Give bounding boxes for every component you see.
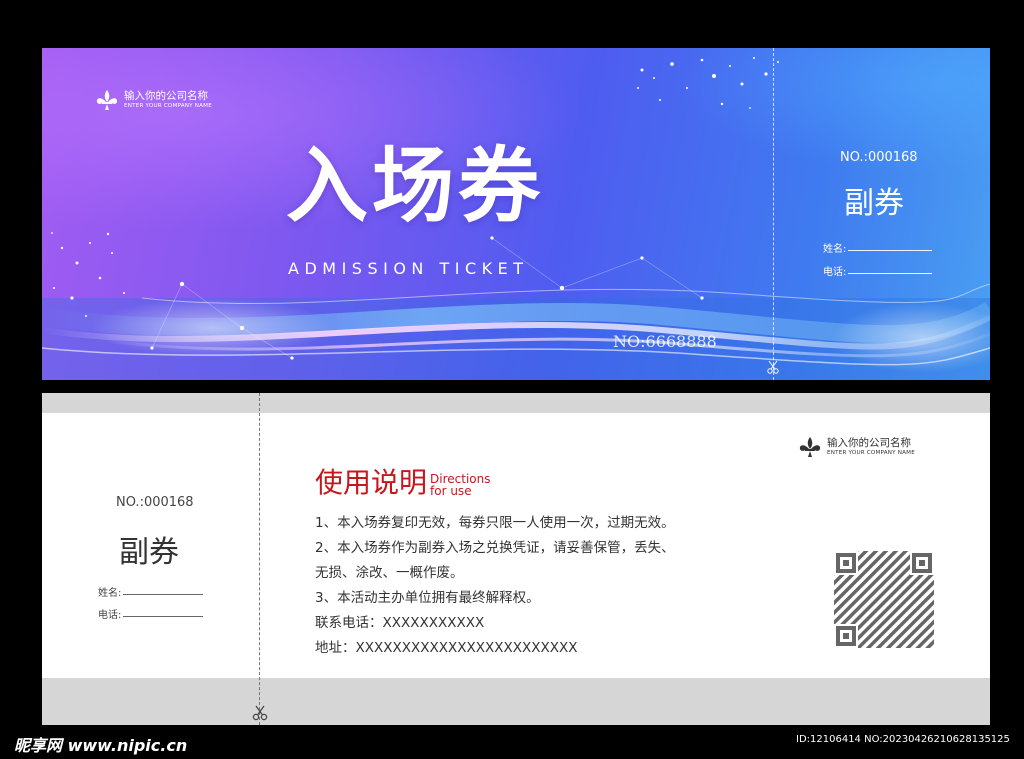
company-name-cn: 输入你的公司名称 [827, 437, 911, 449]
stub-label: 副券 [119, 535, 179, 570]
company-name-cn: 输入你的公司名称 [124, 90, 208, 102]
heading-en-line2: for use [430, 484, 472, 498]
contact-phone: 联系电话：XXXXXXXXXXX [315, 615, 485, 631]
ticket-title: 入场券 [286, 138, 545, 234]
company-name-en: ENTER YOUR COMPANY NAME [827, 450, 915, 456]
stub-name-field[interactable]: 姓名: [823, 240, 933, 255]
ticket-stub-front: NO.:000168 副券 姓名: 电话: [780, 48, 990, 380]
instruction-line: 2、本入场券作为副券入场之兑换凭证，请妥善保管，丢失、 [315, 540, 675, 556]
ticket-stub-back: NO.:000168 副券 姓名: 电话: [42, 393, 259, 725]
stub-phone-underline [848, 263, 933, 274]
qr-code-icon [834, 551, 934, 648]
ticket-subtitle: ADMISSION TICKET [288, 259, 529, 278]
fleur-de-lis-icon [799, 437, 821, 457]
perforation-line [259, 393, 260, 725]
instructions-heading: 使用说明 Directions for use [315, 465, 490, 501]
instruction-line: 无损、涂改、一概作废。 [315, 565, 464, 581]
fleur-de-lis-icon [96, 90, 118, 110]
company-logo: 输入你的公司名称 ENTER YOUR COMPANY NAME [797, 435, 915, 459]
instructions-list: 1、本入场券复印无效，每券只限一人使用一次，过期无效。 2、本入场券作为副券入场… [315, 511, 675, 661]
stub-phone-field[interactable]: 电话: [98, 606, 204, 621]
stub-name-underline [123, 584, 204, 595]
watermark-id: ID:12106414 NO:20230426210628135125 [796, 734, 1010, 745]
instruction-line: 3、本活动主办单位拥有最终解释权。 [315, 590, 540, 606]
perforation-line [773, 48, 774, 380]
instruction-line: 1、本入场券复印无效，每券只限一人使用一次，过期无效。 [315, 515, 675, 531]
stub-name-label: 姓名: [98, 588, 122, 599]
stub-name-underline [848, 240, 933, 251]
scissors-icon [767, 360, 779, 374]
stub-phone-label: 电话: [98, 610, 122, 621]
ticket-serial-number: NO:6668888 [613, 332, 717, 351]
company-logo: 输入你的公司名称 ENTER YOUR COMPANY NAME [94, 88, 212, 112]
instructions-heading-cn: 使用说明 [315, 466, 428, 499]
contact-address: 地址：XXXXXXXXXXXXXXXXXXXXXXXX [315, 640, 578, 656]
stub-label: 副券 [844, 186, 904, 221]
stub-phone-label: 电话: [823, 267, 847, 278]
company-name-en: ENTER YOUR COMPANY NAME [124, 103, 212, 109]
ticket-back: NO.:000168 副券 姓名: 电话: 输入你的公司名称 ENTER YOU… [42, 393, 990, 725]
stub-phone-underline [123, 606, 204, 617]
watermark-site: 昵享网 www.nipic.cn [14, 736, 188, 755]
stub-number: NO.:000168 [840, 150, 918, 165]
stub-phone-field[interactable]: 电话: [823, 263, 933, 278]
stub-name-field[interactable]: 姓名: [98, 584, 204, 599]
stub-number: NO.:000168 [116, 495, 194, 510]
stub-name-label: 姓名: [823, 244, 847, 255]
instructions-heading-en: Directions for use [430, 473, 490, 497]
ticket-front: 输入你的公司名称 ENTER YOUR COMPANY NAME 入场券 ADM… [42, 48, 990, 380]
